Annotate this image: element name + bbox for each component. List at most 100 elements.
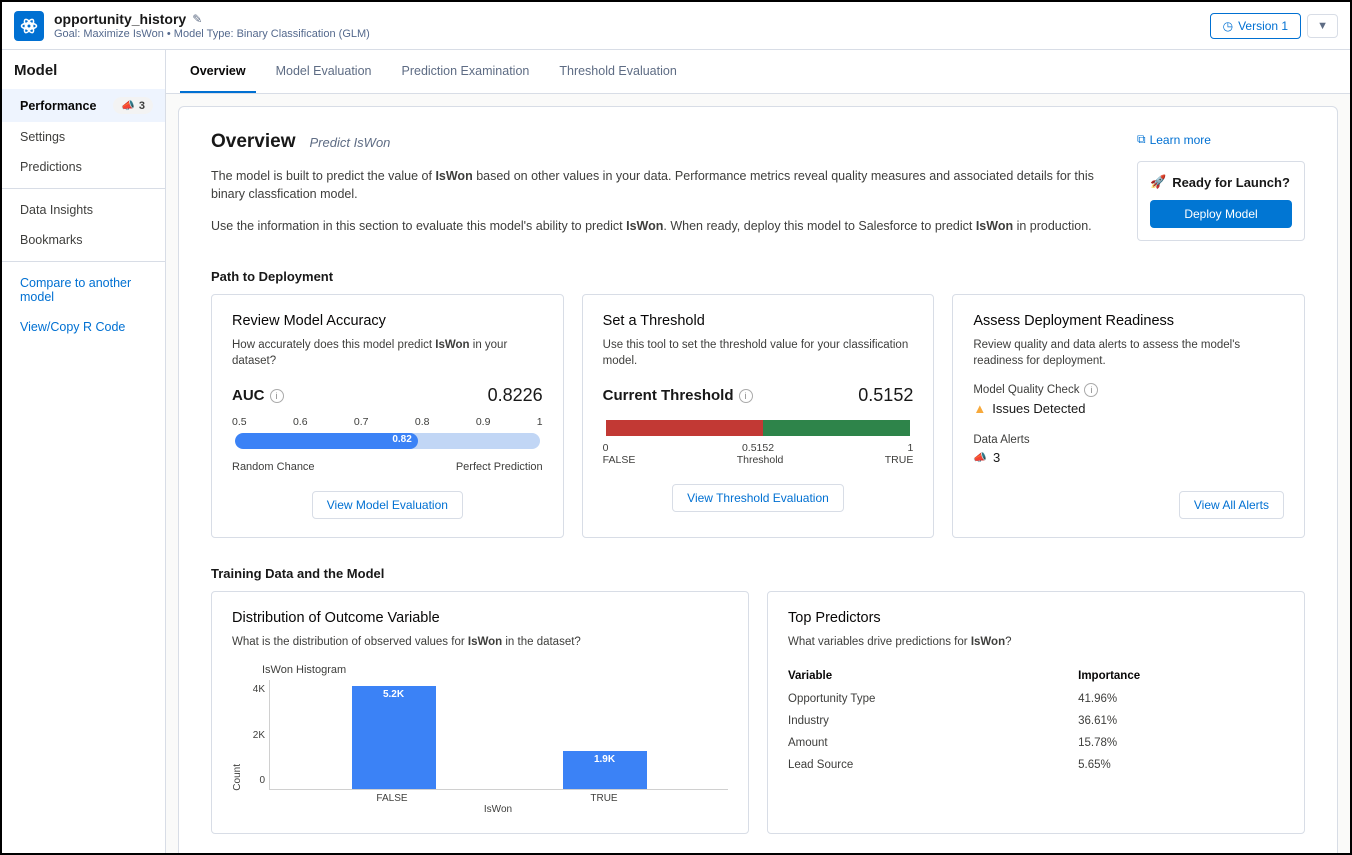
- text: The model is built to predict the value …: [211, 169, 435, 183]
- auc-bar: 0.82: [235, 433, 540, 449]
- view-r-code-link[interactable]: View/Copy R Code: [2, 312, 165, 342]
- clock-icon: ◷: [1223, 19, 1233, 33]
- text: What variables drive predictions for: [788, 636, 971, 648]
- model-quality-label: Model Quality Check i: [973, 383, 1284, 397]
- auc-value: 0.8226: [488, 385, 543, 406]
- training-section-title: Training Data and the Model: [211, 566, 1305, 581]
- histogram: IsWon Histogram Count 4K 2K 0 5.2K: [232, 664, 728, 815]
- text-bold: IsWon: [626, 219, 663, 233]
- tick: FALSE: [350, 793, 434, 804]
- text: in the dataset?: [502, 636, 581, 648]
- view-model-evaluation-button[interactable]: View Model Evaluation: [312, 491, 463, 519]
- text: What is the distribution of observed val…: [232, 636, 468, 648]
- card-sub: Use this tool to set the threshold value…: [603, 337, 914, 369]
- info-icon[interactable]: i: [1084, 383, 1098, 397]
- threshold-label: Current Threshold i: [603, 387, 753, 404]
- compare-model-link[interactable]: Compare to another model: [2, 268, 165, 312]
- card-title: Review Model Accuracy: [232, 313, 543, 329]
- edit-icon[interactable]: ✎: [192, 12, 202, 26]
- card-title: Set a Threshold: [603, 313, 914, 329]
- overview-desc-2: Use the information in this section to e…: [211, 217, 1117, 235]
- table-row: Opportunity Type41.96%: [788, 688, 1284, 710]
- sidebar-title: Model: [2, 50, 165, 89]
- y-axis-ticks: 4K 2K 0: [245, 680, 269, 790]
- table-row: Industry36.61%: [788, 710, 1284, 732]
- text-bold: IsWon: [976, 219, 1013, 233]
- tick: 0.7: [354, 416, 369, 428]
- tick: 4K: [249, 684, 265, 695]
- view-threshold-evaluation-button[interactable]: View Threshold Evaluation: [672, 484, 844, 512]
- tab-overview[interactable]: Overview: [180, 50, 256, 93]
- tick: TRUE: [562, 793, 646, 804]
- app-icon: [14, 11, 44, 41]
- text-bold: IsWon: [435, 339, 469, 351]
- info-icon[interactable]: i: [739, 389, 753, 403]
- tick: 0.8: [415, 416, 430, 428]
- threshold-bar: [606, 420, 911, 436]
- chart-title: IsWon Histogram: [262, 664, 728, 676]
- tab-threshold-evaluation[interactable]: Threshold Evaluation: [549, 50, 686, 93]
- top-predictors-card: Top Predictors What variables drive pred…: [767, 591, 1305, 834]
- divider: [2, 261, 165, 262]
- table-row: Amount15.78%: [788, 732, 1284, 754]
- warning-icon: ▲: [973, 401, 986, 416]
- threshold-value: 0.5152: [858, 385, 913, 406]
- cell: Lead Source: [788, 754, 1078, 776]
- launch-title-text: Ready for Launch?: [1172, 175, 1290, 190]
- sidebar-item-bookmarks[interactable]: Bookmarks: [2, 225, 165, 255]
- card-sub: What variables drive predictions for IsW…: [788, 634, 1284, 650]
- card-title: Top Predictors: [788, 610, 1284, 626]
- text: AUC: [232, 387, 265, 404]
- auc-foot: Random Chance Perfect Prediction: [232, 461, 543, 473]
- bar-false: 5.2K: [352, 686, 436, 790]
- text: FALSE: [603, 454, 636, 466]
- view-all-alerts-button[interactable]: View All Alerts: [1179, 491, 1284, 519]
- tab-model-evaluation[interactable]: Model Evaluation: [266, 50, 382, 93]
- launch-card: 🚀 Ready for Launch? Deploy Model: [1137, 161, 1305, 241]
- threshold-ticks: 0 0.5152 1: [603, 442, 914, 454]
- tab-prediction-examination[interactable]: Prediction Examination: [392, 50, 540, 93]
- overview-desc-1: The model is built to predict the value …: [211, 167, 1117, 203]
- divider: [2, 188, 165, 189]
- app-subtitle: Goal: Maximize IsWon • Model Type: Binar…: [54, 28, 1210, 40]
- version-label: Version 1: [1238, 19, 1288, 33]
- cell: 5.65%: [1078, 754, 1284, 776]
- text: ?: [1005, 636, 1011, 648]
- sidebar-item-predictions[interactable]: Predictions: [2, 152, 165, 182]
- tick: 0.6: [293, 416, 308, 428]
- y-axis-label: Count: [232, 764, 243, 791]
- distribution-card: Distribution of Outcome Variable What is…: [211, 591, 749, 834]
- text: Random Chance: [232, 461, 315, 473]
- text: Threshold: [737, 454, 784, 466]
- threshold-sublabels: FALSE Threshold TRUE: [603, 454, 914, 466]
- sidebar-item-performance[interactable]: Performance 📣 3: [2, 89, 165, 122]
- app-title: opportunity_history: [54, 11, 186, 27]
- deploy-model-button[interactable]: Deploy Model: [1150, 200, 1292, 228]
- threshold-card: Set a Threshold Use this tool to set the…: [582, 294, 935, 538]
- sidebar-item-data-insights[interactable]: Data Insights: [2, 195, 165, 225]
- issues-detected: ▲ Issues Detected: [973, 401, 1284, 416]
- card-sub: Review quality and data alerts to assess…: [973, 337, 1284, 369]
- sidebar-item-settings[interactable]: Settings: [2, 122, 165, 152]
- header-dropdown-button[interactable]: ▼: [1307, 14, 1338, 38]
- version-button[interactable]: ◷ Version 1: [1210, 13, 1302, 39]
- text: How accurately does this model predict: [232, 339, 435, 351]
- card-title: Distribution of Outcome Variable: [232, 610, 728, 626]
- x-axis-label: IsWon: [268, 804, 728, 815]
- card-sub: How accurately does this model predict I…: [232, 337, 543, 369]
- learn-more-link[interactable]: ⧉ Learn more: [1137, 132, 1211, 147]
- tick: 0.5152: [742, 442, 774, 454]
- review-accuracy-card: Review Model Accuracy How accurately doe…: [211, 294, 564, 538]
- chart-plot: 5.2K 1.9K: [269, 680, 728, 790]
- text: Model Quality Check: [973, 384, 1079, 396]
- overview-subtitle: Predict IsWon: [310, 135, 391, 150]
- text: Use the information in this section to e…: [211, 219, 626, 233]
- readiness-card: Assess Deployment Readiness Review quali…: [952, 294, 1305, 538]
- link-text: Learn more: [1150, 133, 1211, 147]
- info-icon[interactable]: i: [270, 389, 284, 403]
- auc-fill: 0.82: [235, 433, 418, 449]
- tick: 0: [603, 442, 609, 454]
- predictors-table: Variable Importance Opportunity Type41.9…: [788, 664, 1284, 776]
- text: 3: [993, 450, 1000, 465]
- data-alerts-count: 📣 3: [973, 450, 1284, 465]
